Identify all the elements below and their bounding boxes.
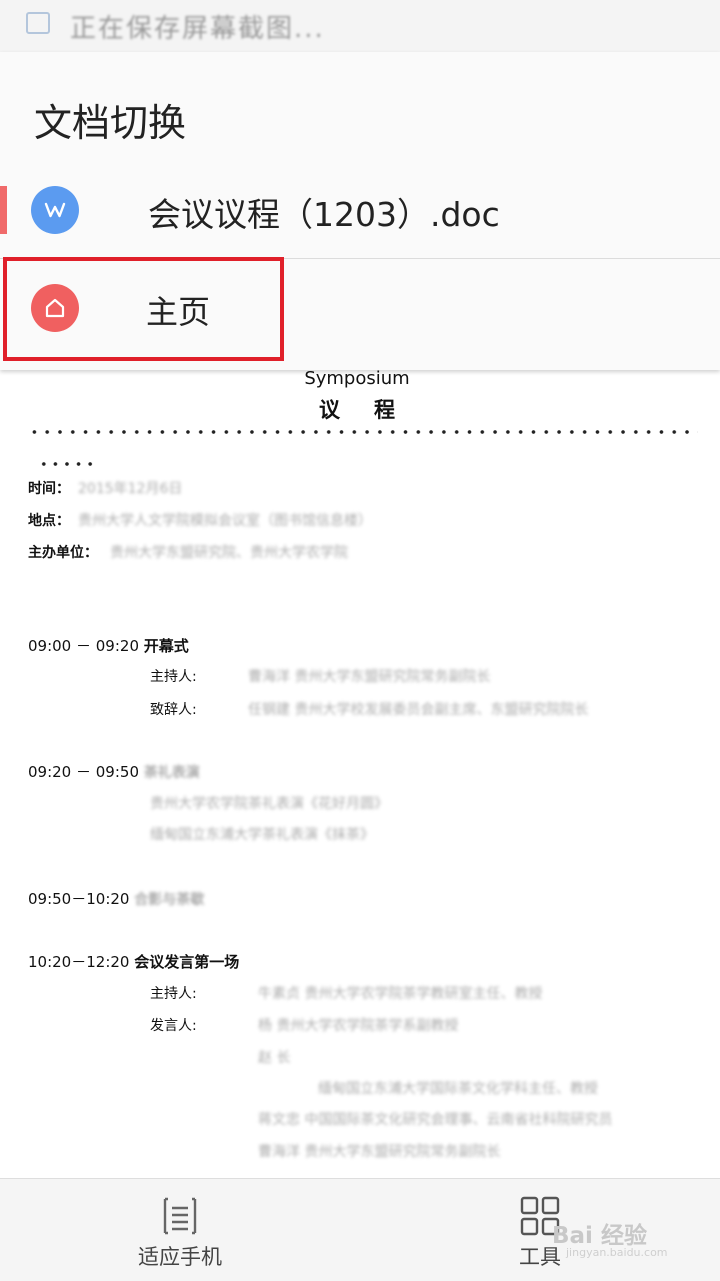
agenda-slot: 10:20－12:20 会议发言第一场 (28, 951, 239, 972)
doc-heading-en: Symposium (304, 370, 410, 389)
info-organizer-value: 贵州大学东盟研究院、贵州大学农学院 (110, 545, 348, 561)
highlight-annotation (3, 257, 284, 361)
performance-1: 贵州大学农学院茶礼表演《花好月圆》 (150, 796, 388, 812)
fit-phone-label: 适应手机 (138, 1245, 222, 1269)
info-place-label: 地点： (28, 513, 70, 529)
document-item[interactable]: 会议议程（1203）.doc (0, 164, 720, 259)
role-speakers: 发言人: (150, 1018, 197, 1034)
performance-2: 缅甸国立东浦大学茶礼表演《抹茶》 (150, 827, 374, 843)
info-place-value: 贵州大学人文学院模拟会议室（图书馆信息楼） (78, 513, 372, 529)
speaker-value: 曹海洋 贵州大学东盟研究院常务副院长 (258, 1144, 501, 1160)
status-text: 正在保存屏幕截图... (70, 14, 325, 44)
role-speech: 致辞人: (150, 702, 197, 718)
dotted-divider (28, 428, 698, 436)
host-value: 曹海洋 贵州大学东盟研究院常务副院长 (248, 669, 491, 685)
status-bar: 正在保存屏幕截图... (0, 0, 720, 52)
info-organizer-label: 主办单位： (28, 545, 98, 561)
baidu-watermark-url: jingyan.baidu.com (566, 1246, 668, 1259)
speech-value: 任钢建 贵州大学校发展委员会副主席、东盟研究院院长 (248, 702, 589, 718)
document-content[interactable]: Symposium 议程 时间： 2015年12月6日 地点： 贵州大学人文学院… (0, 370, 720, 1178)
speaker-value: 缅甸国立东浦大学国际茶文化学科主任、教授 (318, 1081, 598, 1097)
doc-heading-cn: 议程 (319, 398, 429, 422)
panel-title: 文档切换 (34, 101, 187, 145)
active-indicator (0, 186, 7, 234)
document-name: 会议议程（1203）.doc (148, 195, 500, 234)
info-time-value: 2015年12月6日 (78, 481, 183, 497)
slot-time: 09:50－10:20 (28, 890, 130, 908)
role-host: 主持人: (150, 669, 197, 685)
agenda-slot: 09:20 － 09:50 茶礼表演 (28, 761, 200, 782)
slot-time: 10:20－12:20 (28, 953, 130, 971)
baidu-watermark: Bai 经验 (552, 1223, 647, 1249)
slot-time: 09:00 － 09:20 (28, 637, 139, 655)
word-doc-icon (31, 186, 79, 234)
host-value: 牛素贞 贵州大学农学院茶学教研室主任、教授 (258, 986, 543, 1002)
agenda-slot: 09:50－10:20 合影与茶歇 (28, 888, 204, 909)
speaker-value: 杨 贵州大学农学院茶学系副教授 (258, 1018, 459, 1034)
screenshot-icon (26, 12, 50, 34)
slot-title: 茶礼表演 (143, 765, 200, 781)
slot-time: 09:20 － 09:50 (28, 763, 139, 781)
slot-title: 开幕式 (143, 637, 189, 655)
dotted-divider-cont (38, 460, 96, 468)
slot-title: 会议发言第一场 (134, 953, 240, 971)
role-host: 主持人: (150, 986, 197, 1002)
speaker-value: 蒋文忠 中国国际茶文化研究会理事、云南省社科院研究员 (258, 1112, 613, 1128)
speaker-value: 赵 长 (258, 1050, 291, 1066)
fit-phone-button[interactable]: 适应手机 (128, 1179, 232, 1281)
slot-title: 合影与茶歇 (134, 892, 205, 908)
agenda-slot: 09:00 － 09:20 开幕式 (28, 635, 189, 656)
info-time-label: 时间： (28, 481, 70, 497)
document-lines-icon (163, 1197, 197, 1235)
